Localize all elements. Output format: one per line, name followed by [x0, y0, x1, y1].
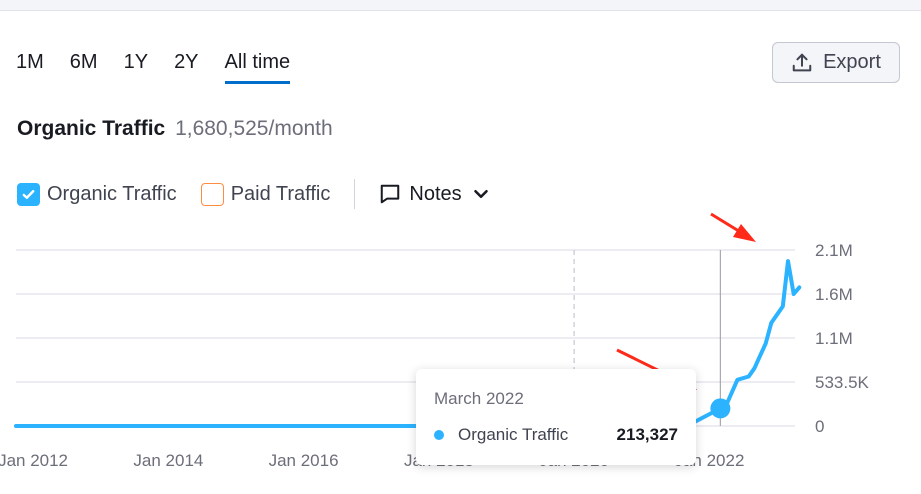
tooltip-row: Organic Traffic 213,327	[434, 425, 678, 445]
notes-dropdown[interactable]: Notes	[379, 183, 491, 206]
checkbox-checked-icon[interactable]	[17, 182, 40, 206]
tab-2y[interactable]: 2Y	[174, 48, 198, 84]
top-bar	[0, 0, 921, 11]
y-tick-label: 1.6M	[815, 285, 853, 304]
arrow-icon	[710, 212, 756, 242]
summary-title: Organic Traffic	[17, 117, 166, 140]
chevron-down-icon	[473, 189, 488, 199]
tooltip-date: March 2022	[434, 389, 524, 408]
hover-point	[710, 398, 731, 419]
tab-1m[interactable]: 1M	[16, 48, 44, 84]
y-tick-label: 2.1M	[815, 241, 853, 260]
y-tick-label: 1.1M	[815, 329, 853, 348]
comment-icon	[381, 184, 400, 204]
chart-legend: Organic Traffic Paid Traffic Notes	[17, 179, 492, 209]
chart-tooltip: March 2022 Organic Traffic 213,327	[416, 369, 696, 465]
checkbox-unchecked-icon[interactable]	[200, 182, 224, 206]
export-icon	[792, 53, 812, 71]
tooltip-series: Organic Traffic	[458, 425, 569, 444]
legend-organic-traffic[interactable]: Organic Traffic	[17, 182, 177, 206]
x-tick-label: Jan 2012	[0, 451, 68, 470]
traffic-summary: Organic Traffic 1,680,525/month	[17, 117, 333, 141]
y-tick-label: 0	[815, 417, 824, 436]
tab-1y[interactable]: 1Y	[124, 48, 148, 84]
annotation-arrows	[616, 212, 756, 390]
y-tick-label: 533.5K	[815, 373, 870, 392]
x-tick-label: Jan 2014	[133, 451, 203, 470]
tab-6m[interactable]: 6M	[70, 48, 98, 84]
period-tabs: 1M 6M 1Y 2Y All time	[16, 48, 316, 84]
summary-value: 1,680,525/month	[175, 117, 333, 140]
notes-label: Notes	[409, 182, 462, 205]
legend-paid-traffic[interactable]: Paid Traffic	[200, 182, 331, 206]
y-axis-labels: 0 533.5K 1.1M 1.6M 2.1M	[815, 241, 870, 436]
legend-divider	[354, 179, 356, 209]
x-tick-label: Jan 2016	[269, 451, 339, 470]
legend-paid-label: Paid Traffic	[230, 182, 331, 205]
tooltip-value: 213,327	[616, 425, 678, 444]
tab-all-time[interactable]: All time	[224, 48, 290, 84]
export-label: Export	[823, 51, 881, 73]
legend-organic-label: Organic Traffic	[47, 182, 177, 205]
export-button[interactable]: Export	[772, 42, 900, 83]
series-dot-icon	[434, 430, 444, 440]
